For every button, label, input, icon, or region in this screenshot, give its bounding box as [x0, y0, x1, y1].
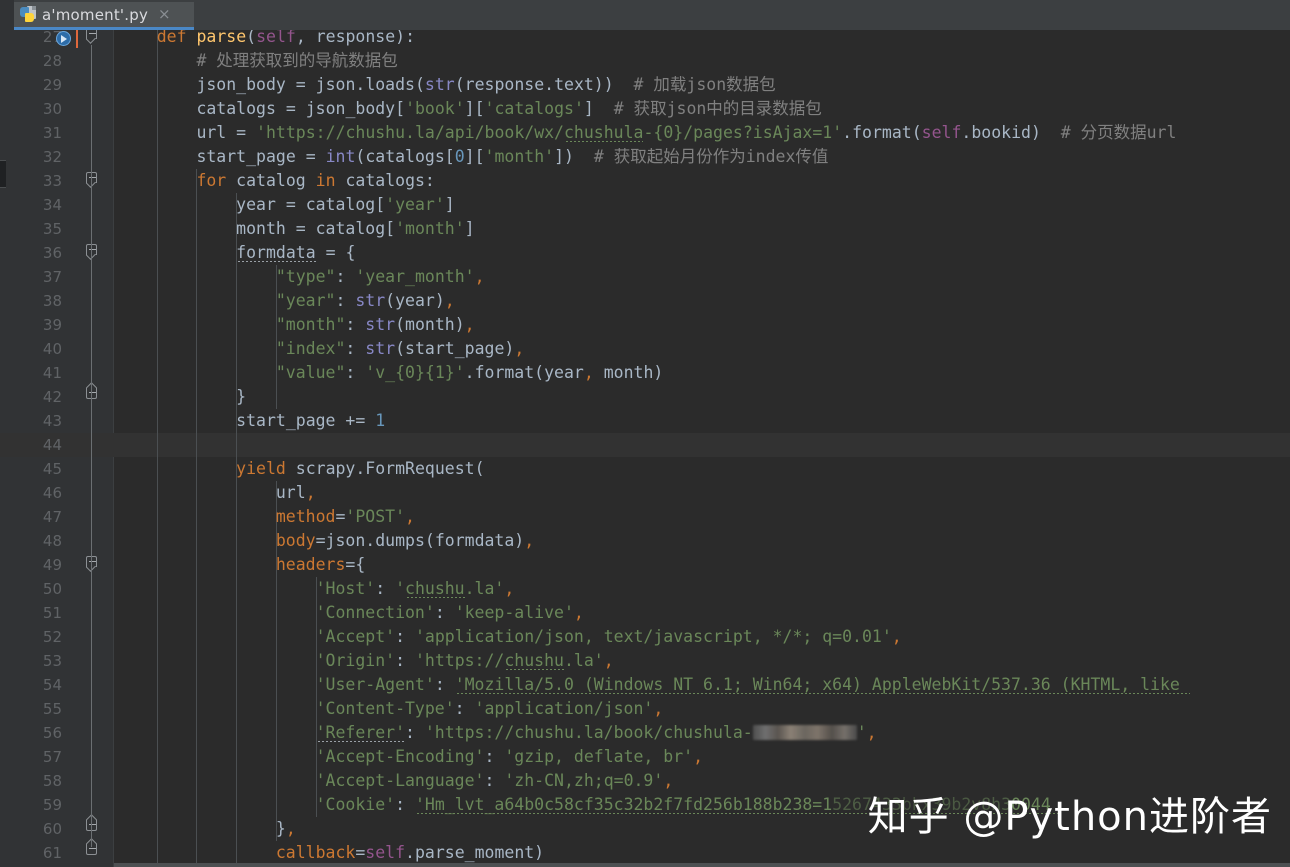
code-line: # 处理获取到的导航数据包 [196, 51, 398, 70]
code-line: "month": str(month), [275, 315, 475, 334]
code-line: 'Accept-Language': 'zh-CN,zh;q=0.9', [315, 771, 674, 790]
code-line: headers={ [275, 555, 366, 574]
editor-tab-bar: a'moment'.py × [0, 0, 1290, 30]
line-number[interactable]: 29 [0, 73, 62, 97]
tabbar-left-strip [0, 0, 14, 30]
line-number[interactable]: 56 [0, 721, 62, 745]
code-line: url, [275, 483, 316, 502]
indent-guide [236, 193, 238, 865]
code-line: 'Host': 'chushu.la', [315, 579, 515, 598]
code-line: 'Accept-Encoding': 'gzip, deflate, br', [315, 747, 704, 766]
close-icon[interactable]: × [158, 7, 171, 22]
code-line: "index": str(start_page), [275, 339, 525, 358]
code-line: catalogs = json_body['book']['catalogs']… [196, 99, 822, 118]
fold-connector-line [91, 573, 92, 823]
line-number[interactable]: 57 [0, 745, 62, 769]
code-line: url = 'https://chushu.la/api/book/wx/chu… [196, 123, 1177, 142]
line-number[interactable]: 34 [0, 193, 62, 217]
redacted-value [752, 725, 857, 740]
code-line: json_body = json.loads(str(response.text… [196, 75, 776, 94]
line-number[interactable]: 46 [0, 481, 62, 505]
line-number[interactable]: 45 [0, 457, 62, 481]
line-number[interactable]: 43 [0, 409, 62, 433]
line-number[interactable]: 33 [0, 169, 62, 193]
line-number[interactable]: 47 [0, 505, 62, 529]
code-line: year = catalog['year'] [236, 195, 455, 214]
tab-label: a'moment'.py [42, 5, 149, 24]
watermark: 知乎 @Python进阶者 [867, 794, 1272, 840]
line-number[interactable]: 32 [0, 145, 62, 169]
code-fold-start-icon[interactable] [86, 172, 99, 190]
python-file-icon [20, 6, 37, 23]
line-number[interactable]: 36 [0, 241, 62, 265]
line-number[interactable]: 54 [0, 673, 62, 697]
line-number[interactable]: 31 [0, 121, 62, 145]
indent-guide [196, 169, 198, 865]
code-line: 'Referer': 'https://chushu.la/book/chush… [315, 723, 877, 742]
line-number[interactable]: 39 [0, 313, 62, 337]
line-number[interactable]: 60 [0, 817, 62, 841]
code-line: yield scrapy.FormRequest( [236, 459, 485, 478]
line-number[interactable]: 42 [0, 385, 62, 409]
code-line: "year": str(year), [275, 291, 455, 310]
indent-guide [156, 25, 158, 865]
code-line: "type": 'year_month', [275, 267, 485, 286]
code-editor[interactable]: 27 28 29 30 31 32 33 34 35 36 37 38 39 40 41 42 43 44 45 46… [0, 0, 1290, 867]
code-line: }, [275, 819, 296, 838]
code-line: callback=self.parse_moment) [275, 843, 545, 862]
code-line: 'User-Agent': 'Mozilla/5.0 (Windows NT 6… [315, 675, 1190, 694]
line-number[interactable]: 50 [0, 577, 62, 601]
tab-a-moment-py[interactable]: a'moment'.py × [14, 2, 194, 30]
code-line: 'Content-Type': 'application/json', [315, 699, 664, 718]
horizontal-scrollbar[interactable] [114, 863, 1290, 867]
ide-window: 27 28 29 30 31 32 33 34 35 36 37 38 39 40 41 42 43 44 45 46… [0, 0, 1290, 867]
line-number[interactable]: 37 [0, 265, 62, 289]
code-line: "value": 'v_{0}{1}'.format(year, month) [275, 363, 664, 382]
line-number[interactable]: 49 [0, 553, 62, 577]
code-line: for catalog in catalogs: [196, 171, 435, 190]
code-fold-start-icon[interactable] [86, 244, 99, 262]
line-number[interactable]: 53 [0, 649, 62, 673]
line-number[interactable]: 52 [0, 625, 62, 649]
code-fold-end-icon[interactable] [86, 820, 99, 838]
run-gutter-icon[interactable] [56, 31, 71, 46]
line-number[interactable]: 48 [0, 529, 62, 553]
code-line: 'Origin': 'https://chushu.la', [315, 651, 614, 670]
line-number[interactable]: 44 [0, 433, 62, 457]
line-number[interactable]: 61 [0, 841, 62, 865]
code-line: month = catalog['month'] [236, 219, 475, 238]
code-fold-end-icon[interactable] [86, 844, 99, 862]
line-number[interactable]: 30 [0, 97, 62, 121]
line-number[interactable]: 38 [0, 289, 62, 313]
code-line: 'Accept': 'application/json, text/javasc… [315, 627, 902, 646]
code-fold-start-icon[interactable] [86, 556, 99, 574]
line-number[interactable]: 41 [0, 361, 62, 385]
code-surface[interactable]: def parse(self, response): # 处理获取到的导航数据包 j… [114, 0, 1290, 867]
code-line: method='POST', [275, 507, 415, 526]
code-line: start_page += 1 [236, 411, 386, 430]
text-caret [76, 29, 78, 48]
line-number[interactable]: 40 [0, 337, 62, 361]
code-line: start_page = int(catalogs[0]['month']) #… [196, 147, 829, 166]
code-fold-end-icon[interactable] [86, 388, 99, 406]
code-line: formdata = { [236, 243, 356, 262]
line-number[interactable]: 58 [0, 769, 62, 793]
line-number[interactable]: 28 [0, 49, 62, 73]
code-line: } [236, 387, 247, 406]
line-number[interactable]: 51 [0, 601, 62, 625]
line-number[interactable]: 59 [0, 793, 62, 817]
code-line: 'Connection': 'keep-alive', [315, 603, 584, 622]
line-number[interactable]: 55 [0, 697, 62, 721]
fold-connector-line [91, 261, 92, 391]
code-line: body=json.dumps(formdata), [275, 531, 535, 550]
code-fold-start-icon[interactable] [86, 28, 99, 46]
line-number[interactable]: 35 [0, 217, 62, 241]
